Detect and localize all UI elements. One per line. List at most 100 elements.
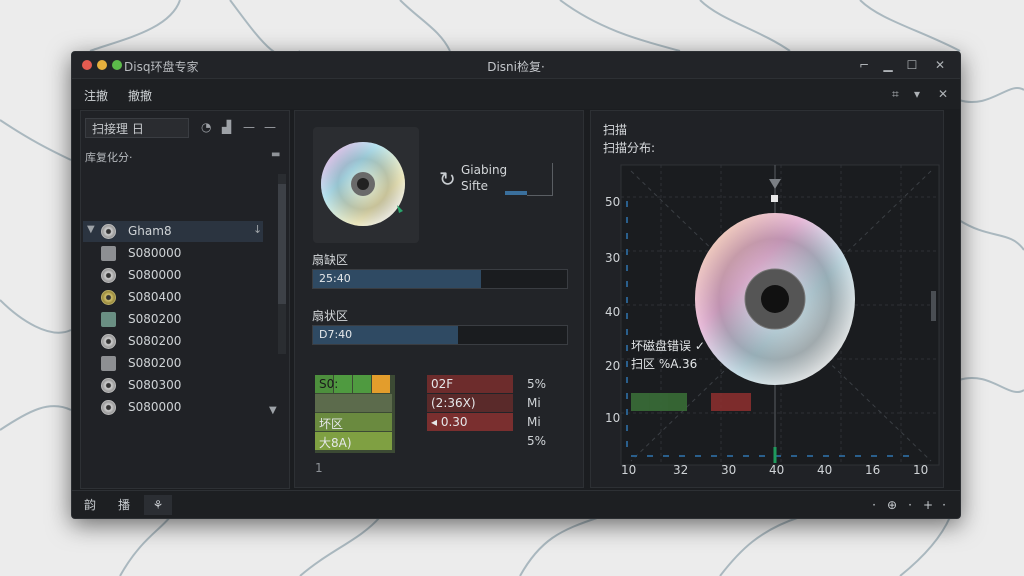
scan-distribution-panel: 扫描 扫描分布: 50 30 40 20 10 10 32 30 40 40 1… (590, 110, 944, 488)
tree-item-label: S080000 (128, 246, 182, 260)
add-icon[interactable]: + (920, 495, 936, 515)
minimize-icon[interactable]: ▁ (878, 56, 898, 74)
globe-icon[interactable]: ⊕ (884, 495, 900, 515)
x-tick: 32 (673, 463, 689, 477)
chart-bad-bar (711, 393, 751, 411)
sector-cell (315, 394, 392, 412)
tree-collapse-icon[interactable]: ▬ (271, 149, 280, 160)
grid-text-2: 坏区 (319, 417, 344, 431)
drive-icon (101, 356, 116, 371)
x-tick: 16 (865, 463, 881, 477)
tree-item[interactable]: S080200 (83, 309, 263, 330)
maximize-icon[interactable]: ☐ (902, 56, 922, 74)
drive-icon (101, 312, 116, 327)
expand-arrow-icon[interactable]: ▼ (87, 224, 95, 235)
y-tick-30: 30 (605, 251, 621, 265)
disc-icon (101, 334, 116, 349)
grid-text-1: S0: (319, 377, 339, 391)
disc-icon (101, 378, 116, 393)
pin-icon[interactable]: ⌐ (854, 56, 874, 74)
tree-item[interactable]: S080400 (83, 287, 263, 308)
error-text-2: (2:36X) (431, 396, 476, 410)
tree-item[interactable]: S080000 (83, 265, 263, 286)
tree-item-label: S080200 (128, 312, 182, 326)
x-tick: 10 (621, 463, 637, 477)
tree-item-label: S080200 (128, 356, 182, 370)
tree-item-label: S080200 (128, 334, 182, 348)
grid-text-3: 大8A) (319, 436, 352, 450)
refresh-icon[interactable]: ↻ (439, 167, 456, 191)
download-icon[interactable]: ↓ (253, 223, 262, 236)
progress-bar-2-text: D7:40 (319, 328, 353, 341)
bottom-icon-1[interactable]: · (868, 495, 880, 515)
y-tick-10: 10 (605, 411, 621, 425)
bottom-button-1[interactable]: 韵 (76, 495, 104, 515)
main-window: Disq环盘专家 Disni检复· ⌐ ▁ ☐ ✕ 注撤 撤撤 ⌗ ▾ ✕ 扫接… (71, 51, 961, 519)
tree-item[interactable]: S080300 (83, 375, 263, 396)
chart-overlay-1: 坏磁盘错误 ✓ (631, 339, 705, 353)
chart-title-1: 扫描 (603, 123, 628, 137)
chevron-down-icon[interactable]: ▾ (914, 87, 920, 101)
error-text-1: 02F (431, 377, 454, 391)
sidebar-scrollbar[interactable] (278, 174, 286, 354)
y-tick-50: 50 (605, 195, 621, 209)
tree-item-label: S080300 (128, 378, 182, 392)
scrollbar-thumb[interactable] (278, 184, 286, 304)
drive-icon (101, 246, 116, 261)
error-text-3: ◂ 0.30 (431, 415, 468, 429)
tree-item-label: Gham8 (128, 224, 172, 238)
dot-marker: 1 (315, 461, 323, 475)
menu-item-1[interactable]: 注撤 (84, 87, 108, 104)
chart-good-bar (631, 393, 687, 411)
bar2-label: 扇状区 (312, 309, 349, 323)
close-icon[interactable]: ✕ (930, 56, 950, 74)
disc-sidebar: 扫接理 日 ◔ ▟ — — 库复化分· ▬ ▼ Gham8 ↓ S080000 … (80, 110, 290, 489)
x-tick: 30 (721, 463, 737, 477)
search-input[interactable]: 扫接理 日 (85, 118, 189, 138)
close-panel-icon[interactable]: ✕ (938, 87, 948, 101)
clock-icon[interactable]: ◔ (201, 120, 211, 134)
tree-item-label: S080400 (128, 290, 182, 304)
metric-4: 5% (527, 434, 547, 448)
scroll-down-icon[interactable]: ▼ (269, 405, 277, 416)
scan-chart (620, 164, 940, 466)
bottom-icon-2[interactable]: · (904, 495, 916, 515)
status-line-1: Giabing (461, 163, 508, 177)
tree-item[interactable]: S080000 (83, 397, 263, 418)
y-tick-40: 40 (605, 305, 621, 319)
tree-header: 库复化分· (85, 151, 133, 164)
x-tick: 40 (817, 463, 833, 477)
bottom-icon-3[interactable]: · (938, 495, 950, 515)
bottom-button-2[interactable]: 播 (110, 495, 138, 515)
metric-3: Mi (527, 415, 541, 429)
disc-icon (101, 224, 116, 239)
bar1-label: 扇缺区 (312, 253, 349, 267)
status-mini-bar (505, 191, 527, 195)
tree-item[interactable]: S080200 (83, 353, 263, 374)
dash-icon[interactable]: — (264, 120, 276, 134)
progress-bar-2: D7:40 (312, 325, 568, 345)
grid-icon[interactable]: ▟ (222, 120, 231, 134)
sector-cell (372, 375, 390, 393)
menu-item-2[interactable]: 撤撤 (128, 87, 152, 104)
layout-icon[interactable]: ⌗ (892, 87, 899, 102)
disc-icon (101, 268, 116, 283)
y-tick-20: 20 (605, 359, 621, 373)
progress-bar-1: 25:40 (312, 269, 568, 289)
tree-item-root[interactable]: ▼ Gham8 ↓ (83, 221, 263, 242)
tree-item[interactable]: S080000 (83, 243, 263, 264)
metric-1: 5% (527, 377, 547, 391)
disc-icon (101, 290, 116, 305)
bottom-button-3[interactable]: ⚘ (144, 495, 172, 515)
x-tick: 40 (769, 463, 785, 477)
disc-image (321, 142, 405, 226)
minus-icon[interactable]: — (243, 120, 255, 134)
x-tick: 10 (913, 463, 929, 477)
disc-preview-card (313, 127, 419, 243)
scan-status-panel: ↻ Giabing Sifte 扇缺区 25:40 扇状区 D7:40 S0: … (294, 110, 584, 488)
tree-item[interactable]: S080200 (83, 331, 263, 352)
bottom-toolbar: 韵 播 ⚘ · ⊕ · + · (72, 490, 960, 518)
tree-item-label: S080000 (128, 268, 182, 282)
chart-overlay-2: 扫区 %A.36 (631, 357, 698, 371)
menu-bar: 注撤 撤撤 ⌗ ▾ ✕ (72, 79, 960, 109)
